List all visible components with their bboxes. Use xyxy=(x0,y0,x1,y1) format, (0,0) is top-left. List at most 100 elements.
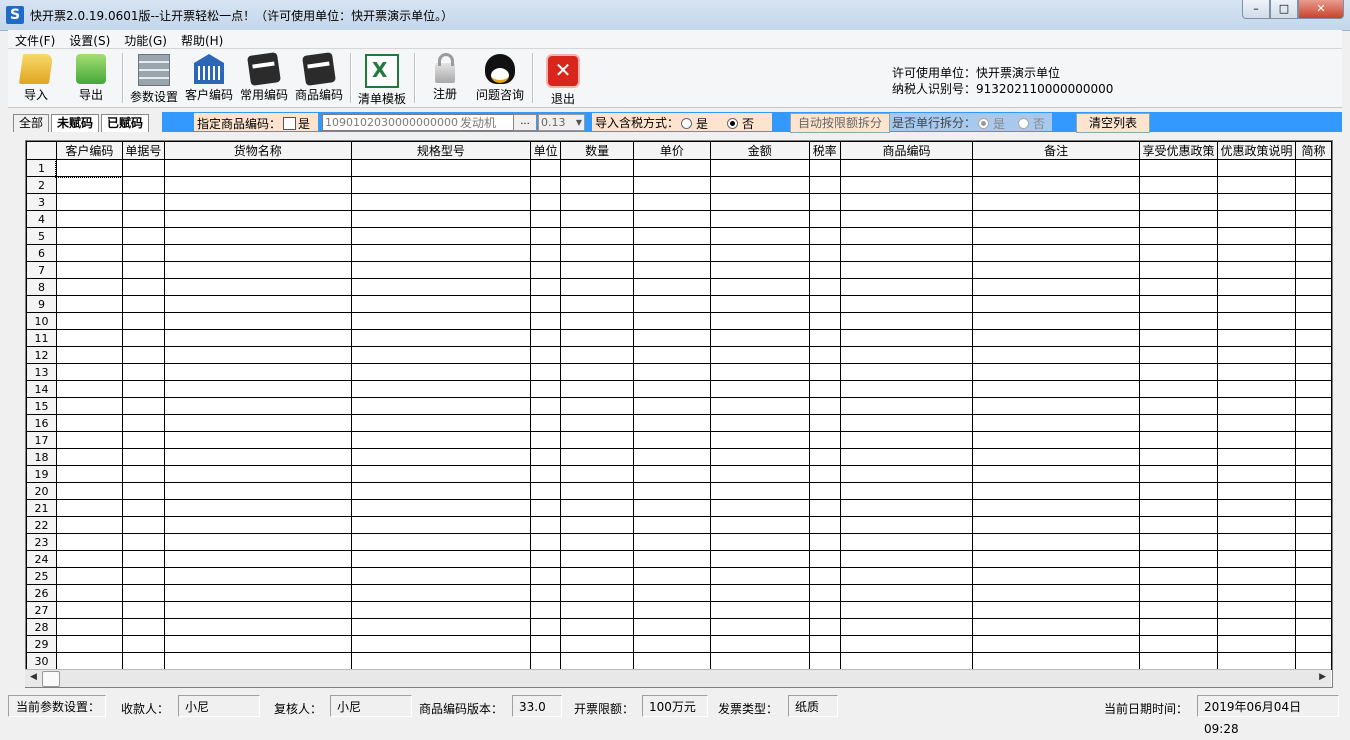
column-header[interactable]: 金额 xyxy=(709,141,810,160)
grid-cell[interactable] xyxy=(808,227,841,245)
grid-cell[interactable] xyxy=(839,601,974,619)
grid-cell[interactable] xyxy=(121,482,165,500)
tax-yes-radio[interactable] xyxy=(681,118,692,129)
grid-cell[interactable] xyxy=(1294,397,1332,415)
grid-cell[interactable] xyxy=(530,193,562,211)
grid-cell[interactable] xyxy=(633,380,711,398)
table-row[interactable]: 6 xyxy=(26,244,1332,262)
grid-cell[interactable] xyxy=(121,193,165,211)
grid-cell[interactable] xyxy=(530,533,562,551)
grid-cell[interactable] xyxy=(530,329,562,347)
grid-cell[interactable] xyxy=(808,414,841,432)
split-yes-radio[interactable] xyxy=(978,118,989,129)
grid-cell[interactable] xyxy=(1138,584,1218,602)
grid-cell[interactable] xyxy=(839,448,974,466)
grid-cell[interactable] xyxy=(808,295,841,313)
grid-cell[interactable] xyxy=(709,227,810,245)
grid-cell[interactable] xyxy=(350,431,532,449)
grid-cell[interactable] xyxy=(530,448,562,466)
grid-cell[interactable] xyxy=(55,158,124,178)
grid-cell[interactable] xyxy=(55,533,123,551)
grid-cell[interactable] xyxy=(1294,363,1332,381)
table-row[interactable]: 30 xyxy=(26,652,1332,670)
grid-cell[interactable] xyxy=(1294,278,1332,296)
grid-cell[interactable] xyxy=(55,227,123,245)
grid-cell[interactable] xyxy=(1138,193,1218,211)
grid-cell[interactable] xyxy=(350,210,532,228)
grid-cell[interactable] xyxy=(709,312,810,330)
grid-cell[interactable] xyxy=(972,244,1140,262)
grid-cell[interactable] xyxy=(121,601,165,619)
table-row[interactable]: 10 xyxy=(26,312,1332,330)
table-row[interactable]: 15 xyxy=(26,397,1332,415)
grid-cell[interactable] xyxy=(560,312,634,330)
grid-cell[interactable] xyxy=(709,278,810,296)
grid-cell[interactable] xyxy=(560,329,634,347)
grid-cell[interactable] xyxy=(55,448,123,466)
grid-cell[interactable] xyxy=(972,210,1140,228)
grid-cell[interactable] xyxy=(121,312,165,330)
grid-cell[interactable] xyxy=(350,397,532,415)
grid-cell[interactable] xyxy=(839,193,974,211)
grid-cell[interactable] xyxy=(839,261,974,279)
grid-cell[interactable] xyxy=(55,465,123,483)
grid-cell[interactable] xyxy=(163,618,352,636)
grid-cell[interactable] xyxy=(350,176,532,194)
grid-cell[interactable] xyxy=(163,584,352,602)
grid-cell[interactable] xyxy=(530,584,562,602)
grid-cell[interactable] xyxy=(808,635,841,653)
register-button[interactable]: 注册 xyxy=(417,51,473,105)
grid-cell[interactable] xyxy=(530,516,562,534)
grid-cell[interactable] xyxy=(633,227,711,245)
grid-cell[interactable] xyxy=(709,550,810,568)
grid-cell[interactable] xyxy=(163,176,352,194)
grid-cell[interactable] xyxy=(560,601,634,619)
grid-cell[interactable] xyxy=(1138,550,1218,568)
grid-cell[interactable] xyxy=(350,584,532,602)
table-row[interactable]: 9 xyxy=(26,295,1332,313)
grid-cell[interactable] xyxy=(560,244,634,262)
grid-cell[interactable] xyxy=(55,414,123,432)
grid-cell[interactable] xyxy=(972,193,1140,211)
scroll-thumb[interactable] xyxy=(42,671,60,687)
grid-cell[interactable] xyxy=(560,176,634,194)
grid-cell[interactable] xyxy=(972,448,1140,466)
grid-cell[interactable] xyxy=(1216,652,1296,670)
grid-cell[interactable] xyxy=(1138,312,1218,330)
grid-cell[interactable] xyxy=(808,159,841,177)
grid-cell[interactable] xyxy=(560,363,634,381)
grid-cell[interactable] xyxy=(808,193,841,211)
grid-cell[interactable] xyxy=(530,244,562,262)
grid-cell[interactable] xyxy=(1138,635,1218,653)
menu-file[interactable]: 文件(F) xyxy=(8,30,62,48)
grid-cell[interactable] xyxy=(839,499,974,517)
grid-cell[interactable] xyxy=(1138,499,1218,517)
grid-cell[interactable] xyxy=(163,465,352,483)
grid-cell[interactable] xyxy=(633,584,711,602)
grid-cell[interactable] xyxy=(808,210,841,228)
grid-cell[interactable] xyxy=(633,550,711,568)
grid-cell[interactable] xyxy=(163,499,352,517)
grid-cell[interactable] xyxy=(1138,414,1218,432)
grid-cell[interactable] xyxy=(1216,363,1296,381)
grid-cell[interactable] xyxy=(1216,465,1296,483)
grid-cell[interactable] xyxy=(972,533,1140,551)
grid-cell[interactable] xyxy=(121,210,165,228)
table-row[interactable]: 24 xyxy=(26,550,1332,568)
grid-cell[interactable] xyxy=(633,397,711,415)
grid-cell[interactable] xyxy=(1216,210,1296,228)
grid-cell[interactable] xyxy=(163,550,352,568)
grid-cell[interactable] xyxy=(163,278,352,296)
grid-cell[interactable] xyxy=(633,210,711,228)
grid-cell[interactable] xyxy=(530,312,562,330)
grid-cell[interactable] xyxy=(1138,329,1218,347)
grid-cell[interactable] xyxy=(1138,397,1218,415)
grid-cell[interactable] xyxy=(972,312,1140,330)
grid-cell[interactable] xyxy=(972,414,1140,432)
grid-cell[interactable] xyxy=(972,618,1140,636)
grid-cell[interactable] xyxy=(808,261,841,279)
grid-cell[interactable] xyxy=(972,652,1140,670)
grid-cell[interactable] xyxy=(163,261,352,279)
grid-cell[interactable] xyxy=(709,414,810,432)
grid-cell[interactable] xyxy=(163,482,352,500)
